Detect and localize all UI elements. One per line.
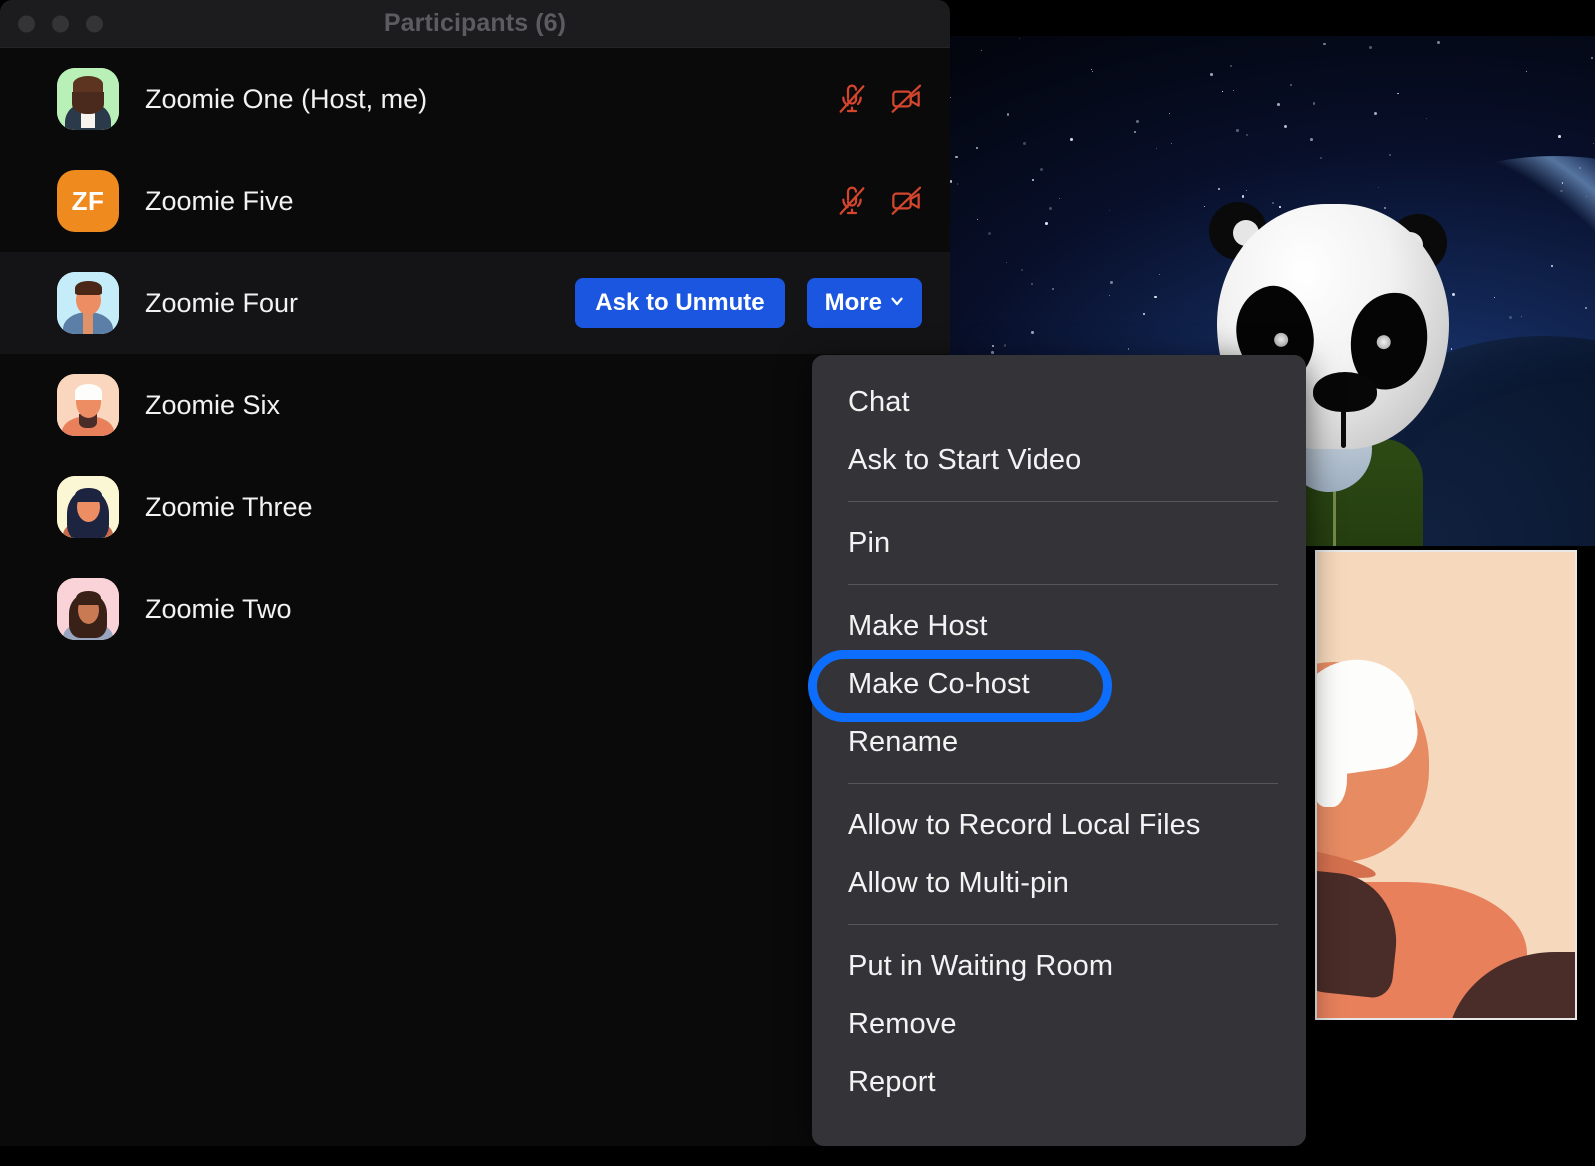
avatar (57, 272, 119, 334)
minimize-button[interactable] (52, 15, 69, 32)
participant-name: Zoomie Two (145, 593, 292, 624)
row-actions: Ask to Unmute More (575, 278, 922, 328)
camera-off-icon (890, 185, 922, 217)
participant-row[interactable]: Zoomie Six (0, 354, 950, 456)
participant-name: Zoomie Six (145, 389, 281, 420)
participant-list: Zoomie One (Host, me) ZF Zoomie Five Zoom… (0, 48, 950, 660)
ask-to-unmute-button[interactable]: Ask to Unmute (575, 278, 785, 328)
avatar (57, 374, 119, 436)
participant-name: Zoomie One (Host, me) (145, 83, 428, 114)
menu-separator (848, 584, 1278, 585)
row-actions (836, 185, 922, 217)
screen-root: Participants (6) Zoomie One (Host, me) Z… (0, 0, 1595, 1166)
camera-off-icon (890, 83, 922, 115)
menu-item-allow-to-record-local-files[interactable]: Allow to Record Local Files (812, 796, 1306, 854)
menu-item-report[interactable]: Report (812, 1053, 1306, 1111)
menu-separator (848, 501, 1278, 502)
menu-item-put-in-waiting-room[interactable]: Put in Waiting Room (812, 937, 1306, 995)
participant-context-menu[interactable]: Chat Ask to Start Video Pin Make Host Make C… (812, 355, 1306, 1146)
participant-name: Zoomie Three (145, 491, 313, 522)
more-button[interactable]: More (806, 278, 922, 328)
window-titlebar: Participants (6) (0, 0, 950, 48)
page-title: Participants (6) (383, 9, 567, 37)
participant-row[interactable]: Zoomie Four Ask to Unmute More (0, 252, 950, 354)
zoom-button[interactable] (86, 15, 103, 32)
participant-name: Zoomie Five (145, 185, 294, 216)
thumbnail-hair-side (1317, 737, 1347, 807)
menu-item-make-co-host[interactable]: Make Co-host (812, 655, 1306, 713)
participant-name: Zoomie Four (145, 287, 299, 318)
mic-muted-icon (836, 83, 868, 115)
avatar (57, 476, 119, 538)
participant-row[interactable]: ZF Zoomie Five (0, 150, 950, 252)
avatar: ZF (57, 170, 119, 232)
menu-item-pin[interactable]: Pin (812, 514, 1306, 572)
menu-item-rename[interactable]: Rename (812, 713, 1306, 771)
traffic-lights (18, 15, 103, 32)
menu-item-remove[interactable]: Remove (812, 995, 1306, 1053)
menu-separator (848, 783, 1278, 784)
participants-panel: Participants (6) Zoomie One (Host, me) Z… (0, 0, 950, 1146)
mic-muted-icon (836, 185, 868, 217)
participant-row[interactable]: Zoomie Two (0, 558, 950, 660)
menu-separator (848, 924, 1278, 925)
close-button[interactable] (18, 15, 35, 32)
participant-row[interactable]: Zoomie One (Host, me) (0, 48, 950, 150)
participant-thumbnail-tile[interactable] (1315, 550, 1577, 1020)
avatar-initials: ZF (71, 185, 105, 216)
chevron-down-icon (888, 289, 906, 317)
avatar (57, 578, 119, 640)
menu-item-make-host[interactable]: Make Host (812, 597, 1306, 655)
row-actions (836, 83, 922, 115)
avatar (57, 68, 119, 130)
participant-row[interactable]: Zoomie Three (0, 456, 950, 558)
menu-item-chat[interactable]: Chat (812, 373, 1306, 431)
menu-item-ask-to-start-video[interactable]: Ask to Start Video (812, 431, 1306, 489)
menu-item-allow-to-multi-pin[interactable]: Allow to Multi-pin (812, 854, 1306, 912)
